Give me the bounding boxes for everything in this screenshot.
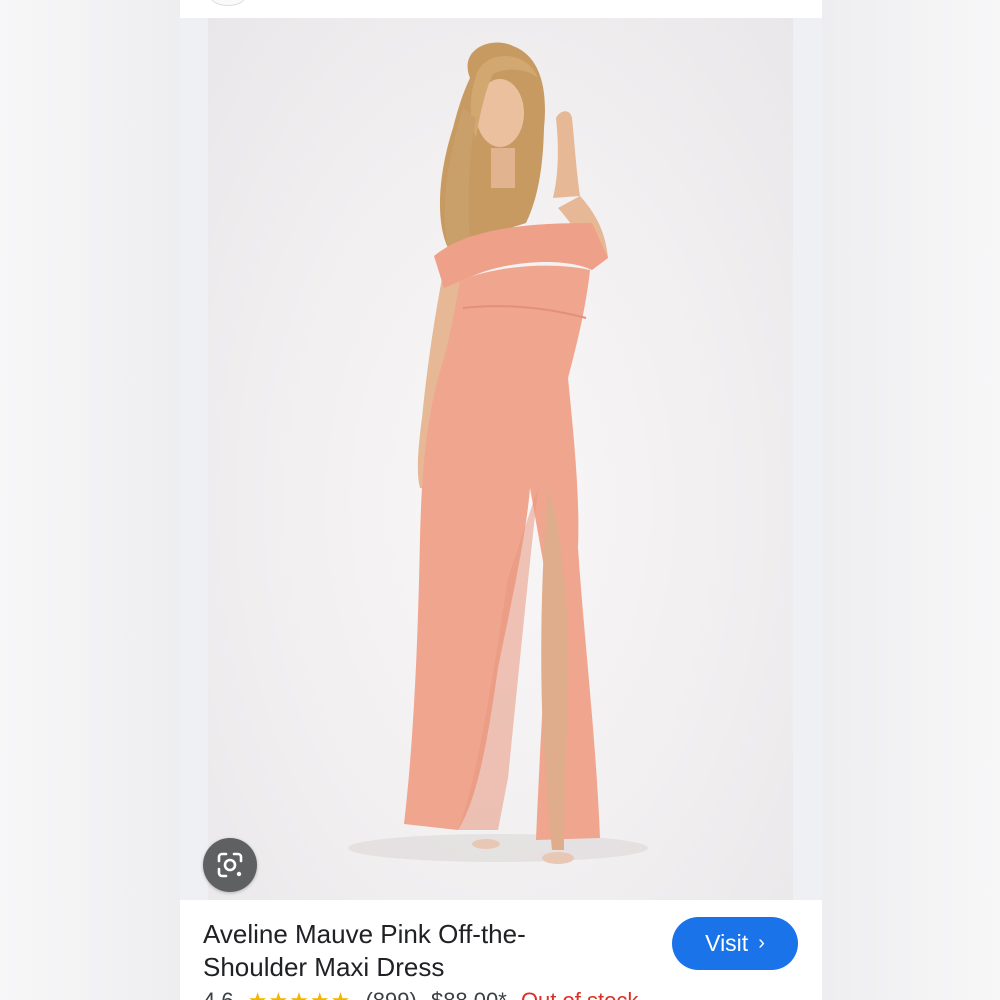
review-count: (899) xyxy=(365,988,416,1000)
left-background xyxy=(0,0,180,1000)
price: $88.00* xyxy=(431,988,507,1000)
product-photo xyxy=(208,18,793,900)
rating-stars: ★★★★★ xyxy=(248,988,352,1000)
model-illustration xyxy=(348,42,648,864)
chevron-right-icon: › xyxy=(758,932,765,954)
product-info: Aveline Mauve Pink Off-the-Shoulder Maxi… xyxy=(180,900,822,1000)
product-image-viewer[interactable] xyxy=(180,18,822,900)
rating-value: 4.6 xyxy=(203,988,234,1000)
result-card: Aveline Mauve Pink Off-the-Shoulder Maxi… xyxy=(180,0,822,1000)
right-background xyxy=(822,0,1000,1000)
product-title[interactable]: Aveline Mauve Pink Off-the-Shoulder Maxi… xyxy=(203,918,623,984)
visit-label: Visit xyxy=(705,930,749,956)
google-lens-button[interactable] xyxy=(203,838,257,892)
product-meta: 4.6 ★★★★★ (899) $88.00* Out of stock xyxy=(203,988,646,1000)
stock-status: Out of stock xyxy=(521,988,638,1000)
google-lens-icon xyxy=(217,852,243,878)
visit-button[interactable]: Visit › xyxy=(672,917,798,970)
avatar xyxy=(210,0,246,6)
